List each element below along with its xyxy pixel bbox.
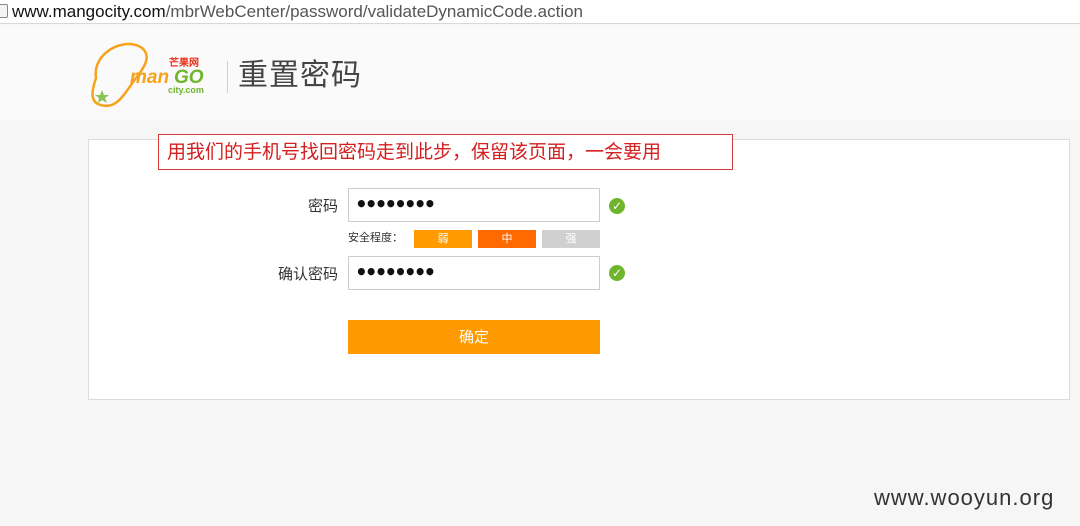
confirm-password-input[interactable]: ••••••••	[348, 256, 600, 290]
page-icon	[0, 4, 8, 18]
confirm-button[interactable]: 确定	[348, 320, 600, 354]
url-text[interactable]: www.mangocity.com/mbrWebCenter/password/…	[12, 2, 583, 22]
page-title: 重置密码	[238, 58, 362, 93]
mangocity-logo[interactable]: 芒果网 man GO city.com	[86, 38, 226, 114]
url-path: /mbrWebCenter/password/validateDynamicCo…	[165, 2, 584, 21]
password-valid-check-icon: ✓	[609, 198, 625, 214]
mango-logo-icon: 芒果网 man GO city.com	[91, 42, 204, 108]
logo-domain-text: city.com	[168, 85, 204, 95]
confirm-valid-check-icon: ✓	[609, 265, 625, 281]
url-host: www.mangocity.com	[12, 2, 166, 21]
annotation-note: 用我们的手机号找回密码走到此步，保留该页面，一会要用	[158, 134, 733, 170]
strength-medium: 中	[478, 230, 536, 248]
confirm-password-label: 确认密码	[277, 265, 338, 283]
logo-divider	[227, 61, 228, 93]
watermark: www.wooyun.org	[874, 485, 1055, 510]
browser-address-bar[interactable]: www.mangocity.com/mbrWebCenter/password/…	[0, 0, 1080, 24]
strength-label: 安全程度：	[348, 231, 403, 244]
password-label: 密码	[307, 197, 338, 215]
strength-weak: 弱	[414, 230, 472, 248]
logo-brand-man: man	[130, 67, 169, 88]
strength-strong: 强	[542, 230, 600, 248]
password-input[interactable]: ••••••••	[348, 188, 600, 222]
